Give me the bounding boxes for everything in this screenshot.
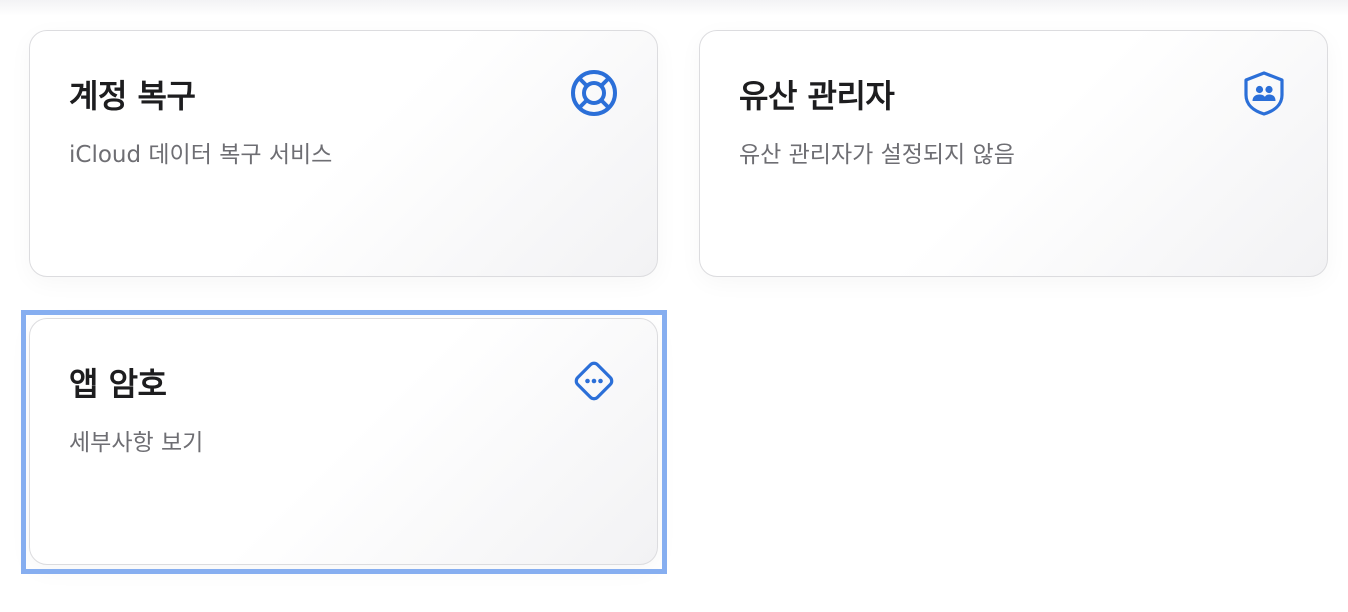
- legacy-contact-card[interactable]: 유산 관리자 유산 관리자가 설정되지 않음: [699, 30, 1328, 277]
- app-passwords-title: 앱 암호: [69, 365, 167, 403]
- account-recovery-title: 계정 복구: [69, 77, 196, 115]
- app-passwords-card[interactable]: 앱 암호 세부사항 보기: [29, 318, 658, 565]
- legacy-contact-title: 유산 관리자: [739, 77, 895, 115]
- app-passwords-subtitle: 세부사항 보기: [69, 430, 204, 456]
- lifebuoy-icon: [569, 68, 619, 118]
- previous-section-fade: [0, 0, 1348, 16]
- diamond-ellipsis-icon: [569, 356, 619, 406]
- legacy-contact-shield-icon: [1239, 68, 1289, 118]
- legacy-contact-subtitle: 유산 관리자가 설정되지 않음: [739, 142, 1015, 168]
- account-recovery-subtitle: iCloud 데이터 복구 서비스: [69, 142, 333, 168]
- account-recovery-card[interactable]: 계정 복구 iCloud 데이터 복구 서비스: [29, 30, 658, 277]
